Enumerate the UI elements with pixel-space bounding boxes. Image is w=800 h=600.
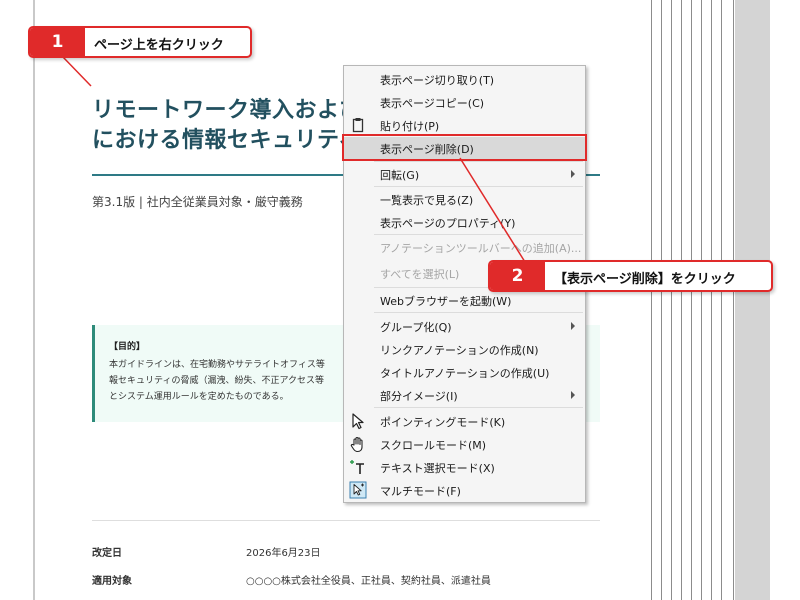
right-edge-background	[770, 0, 800, 600]
submenu-arrow-icon	[571, 170, 575, 178]
menu-separator	[374, 312, 583, 313]
submenu-arrow-icon	[571, 322, 575, 330]
page-stack-line	[721, 0, 722, 600]
menu-item-pointing-mode[interactable]: ポインティングモード(K)	[344, 410, 585, 432]
screenshot-stage: リモートワーク導入および における情報セキュリティ 第3.1版 | 社内全従業員…	[0, 0, 800, 600]
page-stack-line	[681, 0, 682, 600]
menu-item-label: すべてを選択(L)	[380, 268, 460, 281]
menu-item-label: マルチモード(F)	[380, 485, 461, 498]
page-stack-line	[671, 0, 672, 600]
page-stack-line	[733, 0, 734, 600]
menu-item-partial-image[interactable]: 部分イメージ(I)	[344, 384, 585, 406]
menu-item-list-view[interactable]: 一覧表示で見る(Z)	[344, 188, 585, 210]
menu-item-label: 貼り付け(P)	[380, 120, 440, 133]
delete-item-highlight-frame	[342, 134, 587, 161]
callout-step-2-number: 2	[490, 262, 545, 290]
menu-item-label: ポインティングモード(K)	[380, 416, 506, 429]
menu-item-group[interactable]: グループ化(Q)	[344, 315, 585, 337]
meta-divider	[92, 520, 600, 521]
callout-step-2: 2 【表示ページ削除】をクリック	[488, 260, 773, 292]
page-left-border	[33, 0, 35, 600]
menu-item-multi-mode[interactable]: マルチモード(F)	[344, 479, 585, 501]
text-cursor-icon	[350, 460, 364, 474]
submenu-arrow-icon	[571, 391, 575, 399]
menu-item-label: スクロールモード(M)	[380, 439, 487, 452]
page-stack-line	[661, 0, 662, 600]
page-stack-line	[711, 0, 712, 600]
page-stack-line	[651, 0, 652, 600]
revision-date-value: 2026年6月23日	[246, 548, 321, 559]
clipboard-icon	[352, 118, 364, 133]
menu-item-label: テキスト選択モード(X)	[380, 462, 495, 475]
revision-date-label: 改定日	[92, 548, 122, 559]
menu-item-rotate[interactable]: 回転(G)	[344, 163, 585, 185]
callout-step-1: 1 ページ上を右クリック	[28, 26, 252, 58]
menu-item-label: 部分イメージ(I)	[380, 390, 458, 403]
hand-icon	[350, 436, 363, 453]
menu-item-label: 一覧表示で見る(Z)	[380, 194, 474, 207]
document-version: 第3.1版 | 社内全従業員対象・厳守義務	[92, 195, 303, 209]
menu-item-label: リンクアノテーションの作成(N)	[380, 344, 539, 357]
pointer-arrow-icon	[352, 413, 364, 430]
menu-item-label: 表示ページコピー(C)	[380, 97, 485, 110]
scope-label: 適用対象	[92, 576, 132, 587]
menu-item-text-select-mode[interactable]: テキスト選択モード(X)	[344, 456, 585, 478]
menu-item-paste[interactable]: 貼り付け(P)	[344, 114, 585, 136]
menu-item-copy-page[interactable]: 表示ページコピー(C)	[344, 91, 585, 113]
menu-item-label: アノテーションツールバーへの追加(A)...	[380, 242, 582, 255]
multi-mode-icon	[349, 481, 367, 499]
menu-separator	[374, 161, 583, 162]
menu-item-create-title-annotation[interactable]: タイトルアノテーションの作成(U)	[344, 361, 585, 383]
callout-step-1-number: 1	[30, 28, 85, 56]
page-stack-line	[691, 0, 692, 600]
scope-value: ○○○○株式会社全役員、正社員、契約社員、派遣社員	[246, 576, 491, 587]
callout-step-1-text: ページ上を右クリック	[94, 38, 224, 53]
menu-item-label: 回転(G)	[380, 169, 420, 182]
menu-separator	[374, 234, 583, 235]
menu-item-label: Webブラウザーを起動(W)	[380, 295, 512, 308]
callout-1-leader	[61, 55, 92, 87]
menu-item-label: 表示ページのプロパティ(Y)	[380, 217, 516, 230]
menu-item-page-properties[interactable]: 表示ページのプロパティ(Y)	[344, 211, 585, 233]
menu-separator	[374, 186, 583, 187]
menu-item-add-annotation-toolbar[interactable]: アノテーションツールバーへの追加(A)...	[344, 236, 585, 258]
menu-item-label: タイトルアノテーションの作成(U)	[380, 367, 550, 380]
menu-item-launch-browser[interactable]: Webブラウザーを起動(W)	[344, 289, 585, 311]
menu-item-label: グループ化(Q)	[380, 321, 452, 334]
menu-item-cut-page[interactable]: 表示ページ切り取り(T)	[344, 68, 585, 90]
page-left-margin	[0, 0, 36, 600]
menu-item-scroll-mode[interactable]: スクロールモード(M)	[344, 433, 585, 455]
menu-separator	[374, 407, 583, 408]
callout-step-2-text: 【表示ページ削除】をクリック	[554, 272, 736, 287]
menu-item-label: 表示ページ切り取り(T)	[380, 74, 495, 87]
page-stack-line	[701, 0, 702, 600]
menu-item-create-link-annotation[interactable]: リンクアノテーションの作成(N)	[344, 338, 585, 360]
